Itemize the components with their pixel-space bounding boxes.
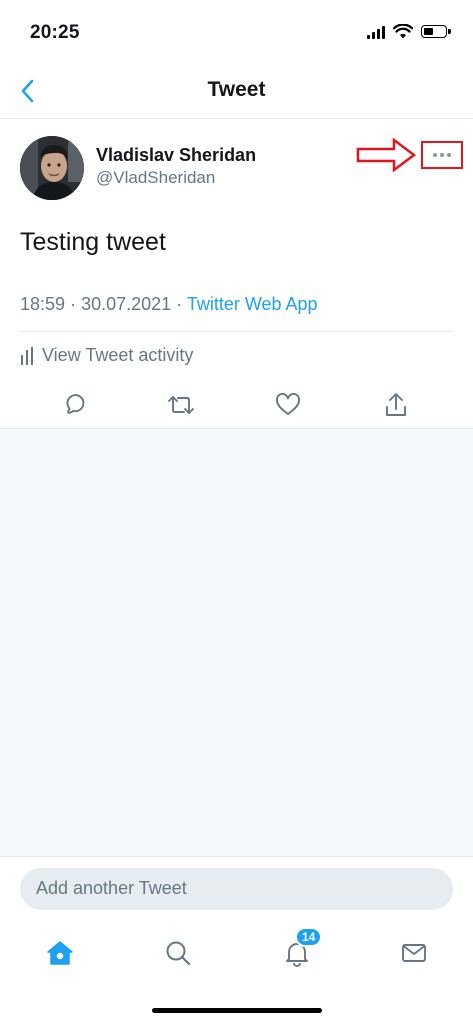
more-icon-dot <box>433 153 437 157</box>
retweet-icon <box>168 396 194 414</box>
wifi-icon <box>393 24 413 39</box>
meta-separator: · <box>176 294 187 314</box>
search-icon <box>166 941 191 966</box>
reply-button[interactable] <box>57 388 91 422</box>
avatar[interactable] <box>20 136 84 200</box>
reply-compose-input[interactable]: Add another Tweet <box>20 868 453 910</box>
tweet-actions <box>0 388 473 422</box>
author-name[interactable]: Vladislav Sheridan <box>96 145 256 166</box>
more-options-button[interactable] <box>421 141 463 169</box>
analytics-icon <box>21 346 33 365</box>
nav-bar: Tweet <box>0 64 473 119</box>
tab-search[interactable] <box>156 931 200 975</box>
notifications-badge: 14 <box>295 927 323 947</box>
like-button[interactable] <box>271 388 305 422</box>
like-icon <box>276 393 300 415</box>
more-icon-dot <box>440 153 444 157</box>
author-handle[interactable]: @VladSheridan <box>96 168 215 188</box>
retweet-button[interactable] <box>164 388 198 422</box>
share-icon <box>386 393 406 416</box>
home-indicator <box>152 1008 322 1013</box>
bottom-bar: Add another Tweet 14 <box>0 856 473 1024</box>
reply-icon <box>66 394 85 414</box>
tweet-text: Testing tweet <box>20 228 166 256</box>
tweet-time: 18:59 <box>20 294 66 314</box>
home-icon <box>47 941 73 965</box>
tweet-activity-button[interactable]: View Tweet activity <box>20 345 193 366</box>
more-icon-dot <box>447 153 451 157</box>
tab-home[interactable] <box>38 931 82 975</box>
messages-icon <box>402 944 426 962</box>
replies-area <box>0 430 473 856</box>
divider <box>20 331 453 332</box>
meta-separator: · <box>70 294 82 314</box>
tab-notifications[interactable]: 14 <box>275 927 323 975</box>
annotation-arrow-icon <box>356 138 416 172</box>
tweet-date: 30.07.2021 <box>81 294 172 314</box>
tweet-activity-label: View Tweet activity <box>42 345 194 365</box>
status-time: 20:25 <box>30 22 80 43</box>
tab-bar: 14 <box>0 927 473 975</box>
status-bar: 20:25 <box>0 0 473 64</box>
battery-icon <box>421 25 451 38</box>
avatar-image <box>20 136 84 200</box>
status-icons <box>367 24 451 39</box>
tweet-meta: 18:59 · 30.07.2021 · Twitter Web App <box>20 294 318 315</box>
share-button[interactable] <box>379 388 413 422</box>
tweet-source-link[interactable]: Twitter Web App <box>187 294 318 314</box>
page-title: Tweet <box>207 78 266 101</box>
tweet-detail: Vladislav Sheridan @VladSheridan Testing… <box>0 120 473 429</box>
cellular-signal-icon <box>367 25 385 39</box>
tab-messages[interactable] <box>392 931 436 975</box>
